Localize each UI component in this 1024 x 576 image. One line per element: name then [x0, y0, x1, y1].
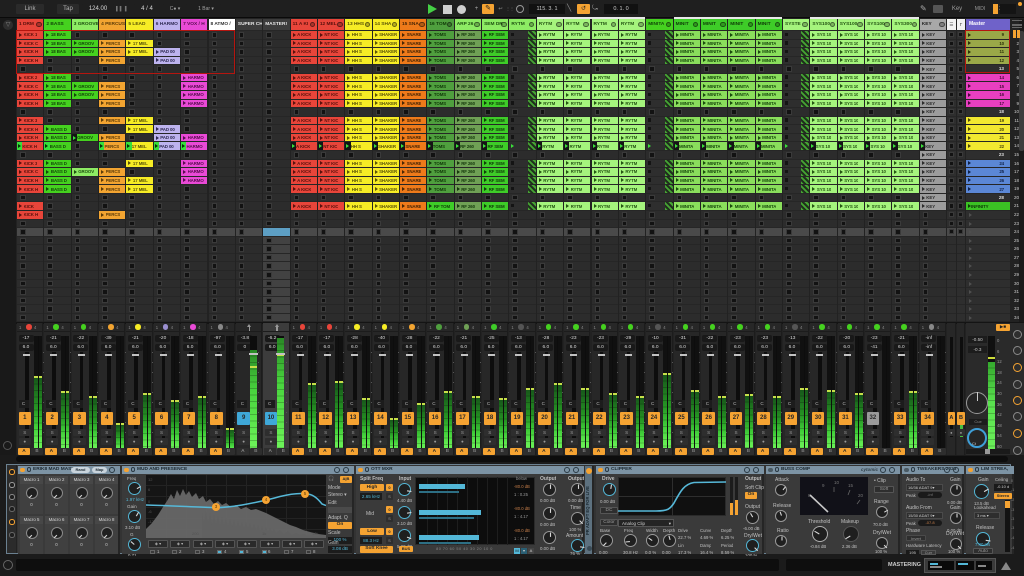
svg-text:15: 15 [848, 483, 854, 488]
svg-text:20: 20 [858, 493, 864, 498]
svg-text:10: 10 [834, 480, 840, 485]
svg-text:9: 9 [822, 483, 825, 488]
